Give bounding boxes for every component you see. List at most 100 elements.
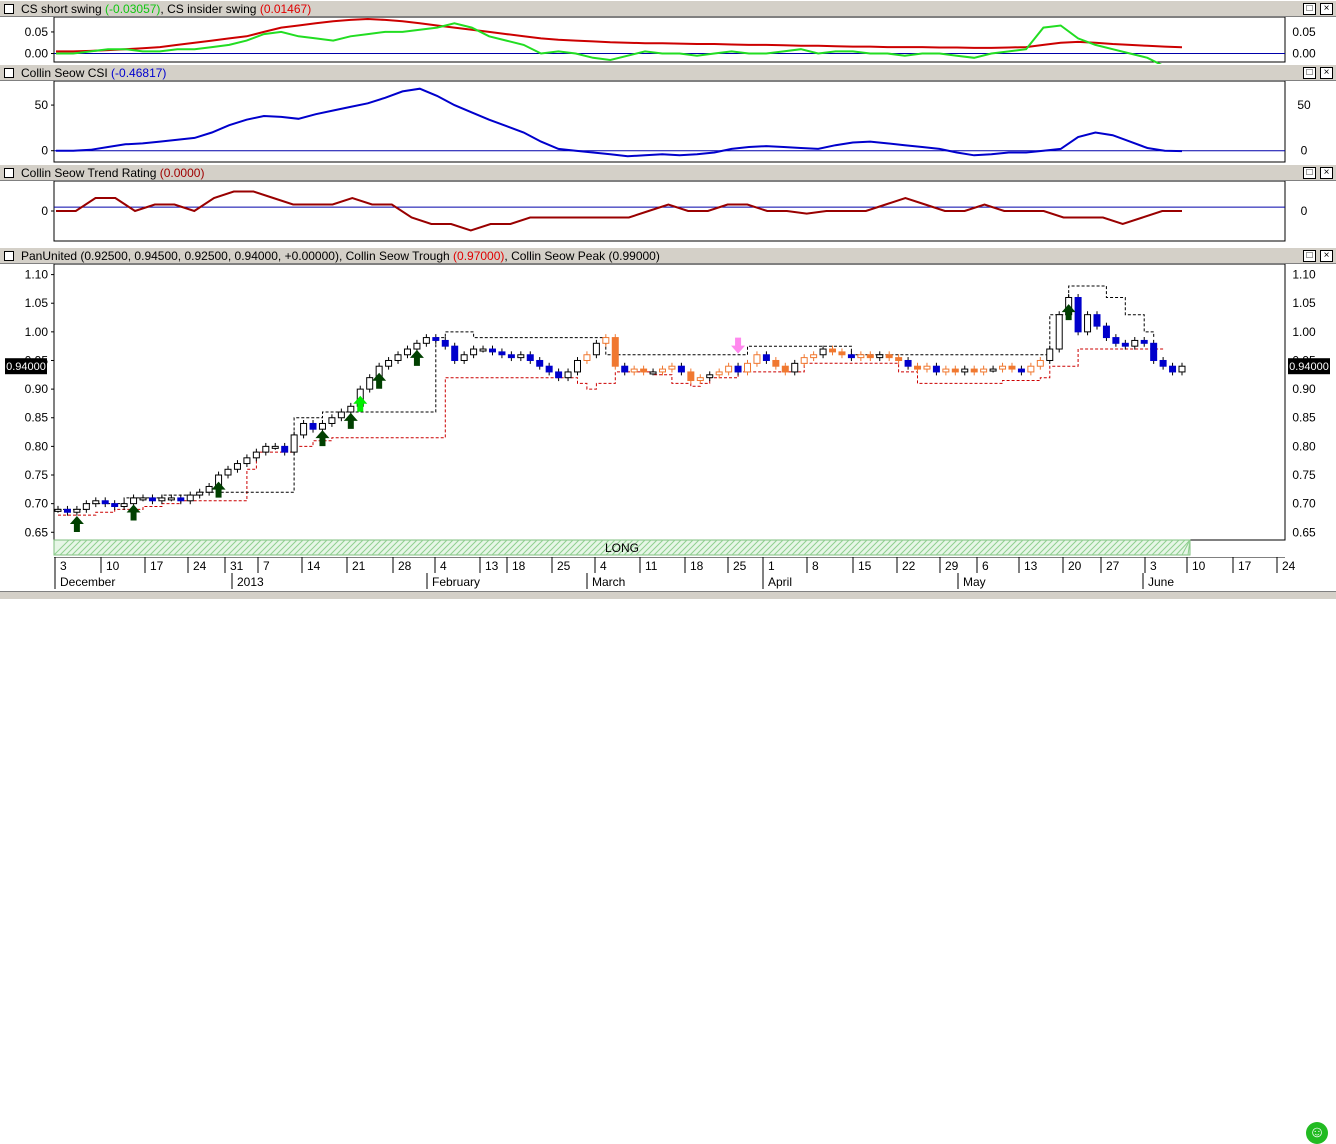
day-label: 14 <box>307 559 321 573</box>
candle <box>602 337 610 344</box>
candle <box>1093 314 1101 327</box>
month-label: June <box>1148 575 1174 589</box>
candle <box>1102 325 1110 339</box>
candle <box>696 377 704 382</box>
insider-swing-name: CS insider swing <box>167 2 257 16</box>
y-tick-label-right: 1.05 <box>1292 296 1316 310</box>
month-label: April <box>768 575 792 589</box>
candle <box>555 371 563 379</box>
y-tick-label-left: 0.00 <box>25 47 49 61</box>
candle <box>337 411 345 419</box>
y-tick-label-left: 0.70 <box>25 497 49 511</box>
candle <box>309 422 317 430</box>
y-tick-label-right: 0.85 <box>1292 411 1316 425</box>
candle <box>347 405 355 413</box>
candle <box>734 365 742 373</box>
candle <box>252 451 260 459</box>
candle <box>659 368 667 373</box>
maximize-button[interactable]: □ <box>1303 67 1316 79</box>
y-tick-label-left: 0.80 <box>25 439 49 453</box>
candle <box>564 371 572 379</box>
candle <box>810 354 818 359</box>
y-tick-label-right: 0.75 <box>1292 468 1316 482</box>
insider-swing-value: (0.01467) <box>259 2 312 16</box>
swing-pane: CS short swing (-0.03057), CS insider sw… <box>0 0 1336 64</box>
day-label: 25 <box>733 559 747 573</box>
y-tick-label-left: 50 <box>35 98 49 112</box>
swing-pane-header: CS short swing (-0.03057), CS insider sw… <box>0 0 1336 17</box>
candle <box>904 359 912 367</box>
candle <box>677 365 685 373</box>
candle <box>366 377 374 390</box>
candle <box>649 371 657 375</box>
candle <box>233 463 241 470</box>
day-label: 3 <box>60 559 67 573</box>
y-tick-label-left: 0.75 <box>25 468 49 482</box>
candle <box>706 374 714 379</box>
candle <box>630 368 638 373</box>
candle <box>1084 314 1092 333</box>
candle <box>479 348 487 352</box>
month-label: March <box>592 575 625 589</box>
y-tick-label-right: 0.00 <box>1292 47 1316 61</box>
candle <box>1008 365 1016 370</box>
y-tick-label-right: 0.65 <box>1292 525 1316 539</box>
ohlc-values: (0.92500, 0.94500, 0.92500, 0.94000, +0.… <box>80 249 339 263</box>
maximize-button[interactable]: □ <box>1303 3 1316 15</box>
y-tick-label-left: 1.10 <box>25 268 49 282</box>
scrollbar[interactable] <box>0 591 1336 599</box>
candle <box>857 354 865 359</box>
candle <box>82 503 90 510</box>
close-button[interactable]: × <box>1320 167 1333 179</box>
candle <box>120 503 128 508</box>
day-label: 13 <box>1024 559 1038 573</box>
candle <box>1121 342 1129 347</box>
plot-frame <box>53 181 1286 242</box>
candle <box>1169 365 1177 373</box>
candle <box>300 422 308 436</box>
candle <box>829 348 837 353</box>
candle <box>1112 337 1120 344</box>
candle <box>1046 348 1054 361</box>
close-button[interactable]: × <box>1320 3 1333 15</box>
candle <box>432 337 440 341</box>
candle <box>744 362 752 373</box>
y-tick-label-right: 50 <box>1297 98 1311 112</box>
candle <box>725 365 733 373</box>
day-label: 10 <box>1192 559 1206 573</box>
maximize-button[interactable]: □ <box>1303 167 1316 179</box>
close-button[interactable]: × <box>1320 250 1333 262</box>
time-axis-svg: 3 10 17 24 31 7 14 21 28 4 13 18 25 4 11 18 25 1 8 15 22 29 6 1… <box>54 556 1296 589</box>
candle <box>970 368 978 373</box>
csi-pane: Collin Seow CSI (-0.46817) □ × 50 50 0 0 <box>0 64 1336 164</box>
candle <box>328 417 336 424</box>
y-tick-label-right: 1.00 <box>1292 325 1316 339</box>
swing-pane-title: CS short swing (-0.03057), CS insider sw… <box>21 2 311 16</box>
y-tick-label-left: 0 <box>41 204 48 218</box>
close-button[interactable]: × <box>1320 67 1333 79</box>
day-label: 4 <box>440 559 447 573</box>
candle <box>196 491 204 496</box>
candle <box>422 337 430 344</box>
day-label: 29 <box>945 559 959 573</box>
maximize-button[interactable]: □ <box>1303 250 1316 262</box>
candle <box>158 497 166 502</box>
day-label: 10 <box>106 559 120 573</box>
pane-window-icon <box>4 68 14 78</box>
candle <box>290 434 298 453</box>
candle <box>762 354 770 361</box>
plot-frame <box>53 264 1286 541</box>
candle <box>186 494 194 502</box>
smiley-icon[interactable]: ☺ <box>1306 1122 1328 1144</box>
candle <box>498 351 506 356</box>
month-label: February <box>432 575 480 589</box>
candle <box>611 337 619 367</box>
long-band-label: LONG <box>605 541 639 555</box>
candle <box>1027 365 1035 373</box>
candle <box>819 348 827 356</box>
candle <box>942 368 950 373</box>
pane-window-icon <box>4 168 14 178</box>
candle <box>63 508 71 513</box>
candle <box>507 354 515 359</box>
day-label: 8 <box>812 559 819 573</box>
